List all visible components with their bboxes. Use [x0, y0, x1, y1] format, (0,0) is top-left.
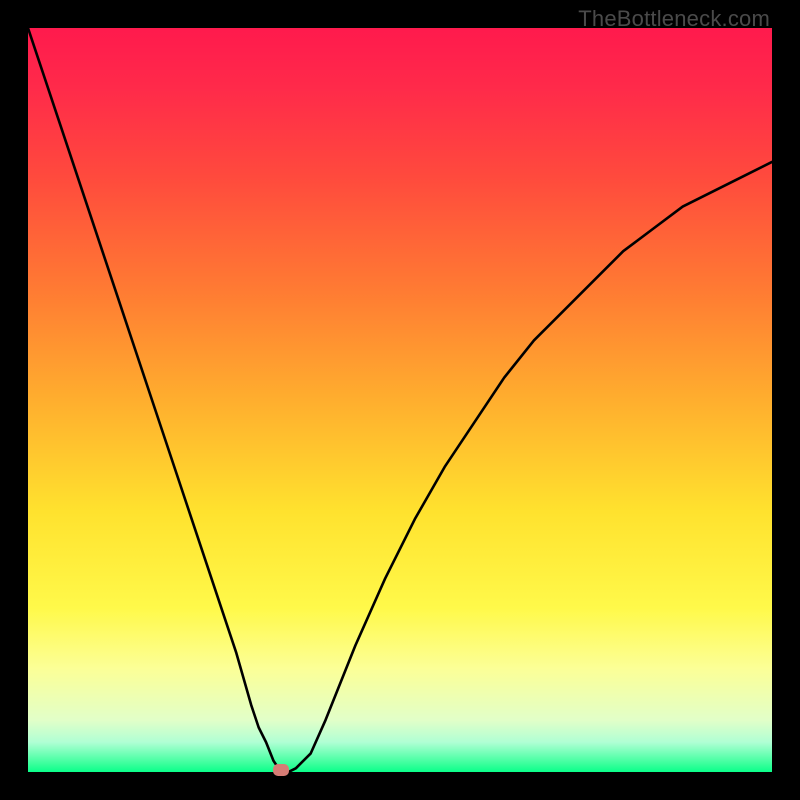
minimum-marker	[273, 764, 289, 776]
watermark-text: TheBottleneck.com	[578, 6, 770, 32]
chart-container: { "watermark": "TheBottleneck.com", "cha…	[0, 0, 800, 800]
gradient-background	[28, 28, 772, 772]
